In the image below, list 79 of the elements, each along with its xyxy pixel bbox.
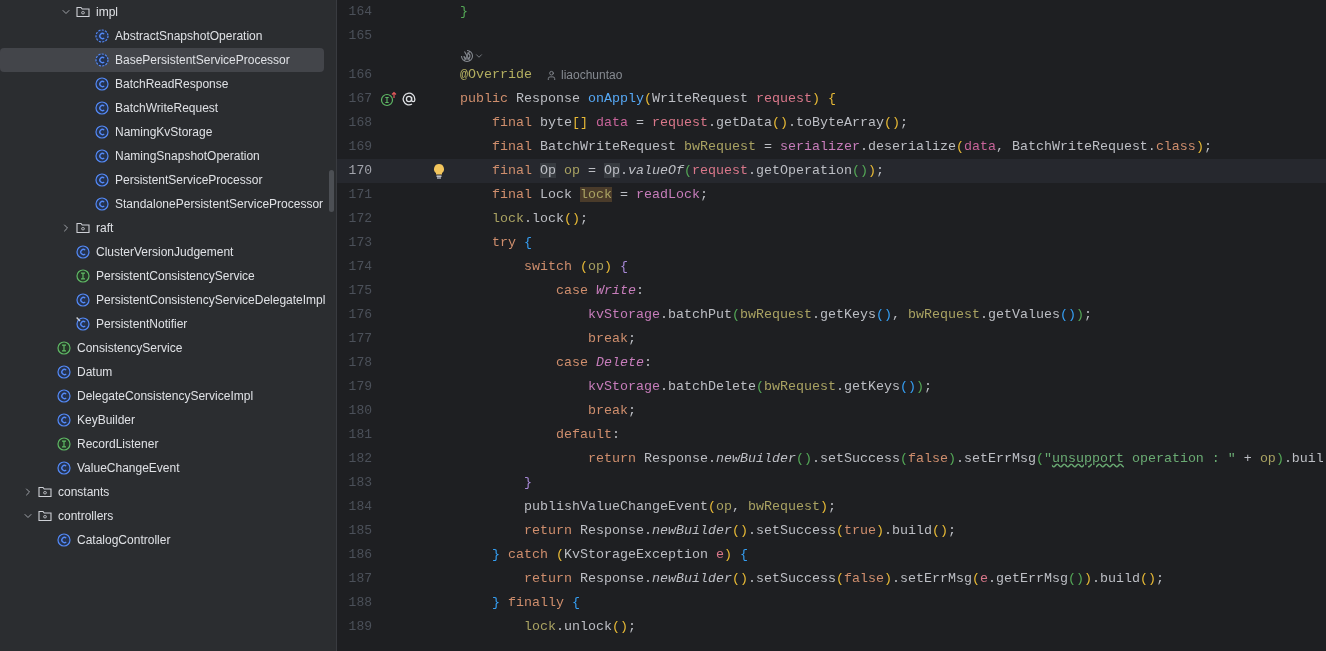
tree-item[interactable]: KeyBuilder	[0, 408, 324, 432]
folder-icon	[38, 485, 52, 499]
class-icon	[76, 245, 90, 259]
tree-item[interactable]: ClusterVersionJudgement	[0, 240, 324, 264]
tree-item[interactable]: controllers	[0, 504, 324, 528]
folder-icon	[76, 221, 90, 235]
class-icon	[95, 101, 109, 115]
tree-item[interactable]: CatalogController	[0, 528, 324, 552]
code-line: switch (op) {	[523, 258, 628, 276]
interface-icon	[76, 269, 90, 283]
code-line: } catch (KvStorageException e) {	[491, 546, 748, 564]
code-line: try {	[491, 234, 532, 252]
interface-icon	[57, 437, 71, 451]
implementation-icon[interactable]	[380, 91, 398, 107]
code-line: kvStorage.batchPut(bwRequest.getKeys(), bwRequest.getValues());	[586, 306, 1092, 324]
folder-icon	[38, 509, 52, 523]
tree-item[interactable]: PersistentConsistencyServiceDelegateImpl	[0, 288, 326, 312]
at-sign-icon[interactable]	[401, 91, 417, 107]
tree-item[interactable]: ValueChangeEvent	[0, 456, 324, 480]
class-icon	[57, 365, 71, 379]
class-icon	[57, 533, 71, 547]
class-icon	[57, 389, 71, 403]
code-line: return Response.newBuilder().setSuccess(false).setErrMsg("unsupport operation : " + op).buil	[586, 450, 1324, 468]
class-icon	[76, 293, 90, 307]
code-line: default:	[554, 426, 620, 444]
code-line: case Delete:	[554, 354, 652, 372]
class-icon	[57, 413, 71, 427]
code-line: publishValueChangeEvent(op, bwRequest);	[523, 498, 836, 516]
tree-item[interactable]: DelegateConsistencyServiceImpl	[0, 384, 324, 408]
tree-item[interactable]: impl	[0, 0, 324, 24]
code-line: kvStorage.batchDelete(bwRequest.getKeys());	[586, 378, 932, 396]
class-icon	[95, 173, 109, 187]
code-line: case Write:	[554, 282, 644, 300]
tree-item[interactable]: ConsistencyService	[0, 336, 324, 360]
code-line: final BatchWriteRequest bwRequest = serializer.deserialize(data, BatchWriteRequest.class);	[491, 138, 1212, 156]
code-line: @Override	[460, 66, 532, 84]
class-icon	[76, 317, 90, 331]
code-line: public Response onApply(WriteRequest request) {	[460, 90, 836, 108]
tree-item[interactable]: NamingSnapshotOperation	[0, 144, 324, 168]
tree-item[interactable]: constants	[0, 480, 324, 504]
author-hint[interactable]: liaochuntao	[546, 66, 623, 84]
code-line: } finally {	[491, 594, 580, 612]
person-icon	[546, 69, 557, 81]
scrollbar[interactable]	[329, 170, 334, 212]
lightbulb-icon[interactable]	[432, 163, 446, 179]
tree-item[interactable]: BatchReadResponse	[0, 72, 324, 96]
swirl-icon[interactable]	[460, 48, 474, 63]
code-line: lock.unlock();	[523, 618, 636, 636]
code-line: return Response.newBuilder().setSuccess(true).build();	[523, 522, 956, 540]
code-line: lock.lock();	[491, 210, 588, 228]
class-icon	[57, 461, 71, 475]
code-line: final byte[] data = request.getData().toByteArray();	[491, 114, 908, 132]
line-number: 170	[347, 162, 372, 181]
code-line: break;	[586, 330, 636, 348]
tree-item[interactable]: BatchWriteRequest	[0, 96, 324, 120]
class-icon	[95, 197, 109, 211]
code-line: break;	[586, 402, 636, 420]
tree-item[interactable]: AbstractSnapshotOperation	[0, 24, 324, 48]
tree-item[interactable]: StandalonePersistentServiceProcessor	[0, 192, 324, 216]
tree-item[interactable]: NamingKvStorage	[0, 120, 324, 144]
abstract-class-icon	[95, 53, 109, 67]
tree-item[interactable]: RecordListener	[0, 432, 324, 456]
tree-item[interactable]: PersistentNotifier	[0, 312, 324, 336]
class-icon	[95, 125, 109, 139]
code-line: }	[460, 3, 468, 21]
code-line: final Lock lock = readLock;	[491, 186, 708, 204]
class-icon	[95, 77, 109, 91]
code-line: return Response.newBuilder().setSuccess(false).setErrMsg(e.getErrMsg()).build();	[523, 570, 1164, 588]
tree-item[interactable]: raft	[0, 216, 324, 240]
tree-item[interactable]: PersistentConsistencyService	[0, 264, 324, 288]
class-icon	[95, 149, 109, 163]
folder-icon	[76, 5, 90, 19]
code-line: }	[523, 474, 532, 492]
tree-item[interactable]: BasePersistentServiceProcessor	[0, 48, 324, 72]
code-line: final Op op = Op.valueOf(request.getOperation());	[491, 162, 884, 180]
tree-item[interactable]: PersistentServiceProcessor	[0, 168, 324, 192]
interface-icon	[57, 341, 71, 355]
abstract-class-icon	[95, 29, 109, 43]
tree-item[interactable]: Datum	[0, 360, 324, 384]
